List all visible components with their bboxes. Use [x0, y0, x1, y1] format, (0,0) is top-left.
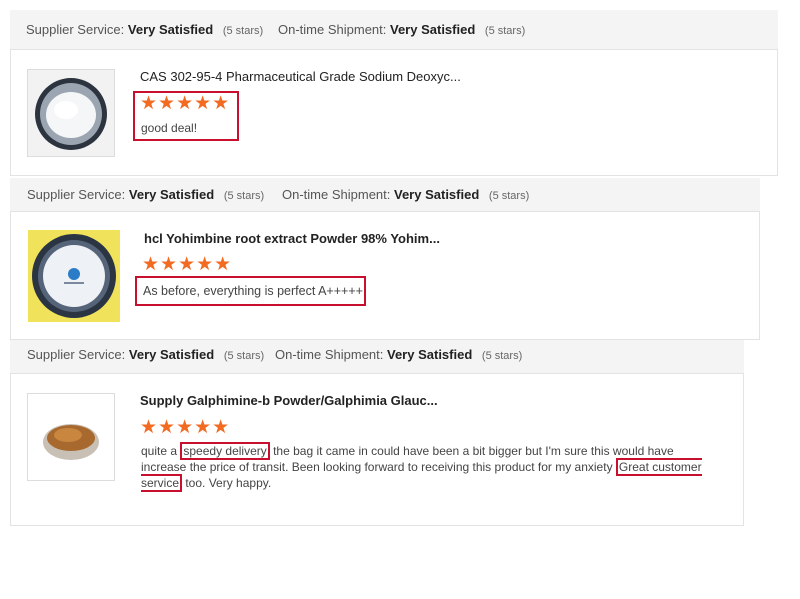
product-image[interactable] [27, 393, 115, 481]
supplier-service-stars: (5 stars) [223, 350, 265, 362]
rating-summary-bar: Supplier Service: Very Satisfied (5 star… [10, 340, 744, 374]
shipment-label: On-time Shipment: [282, 187, 391, 202]
supplier-service-label: Supplier Service: [27, 187, 126, 202]
shipment-value: Very Satisfied [394, 187, 480, 202]
review-comment: As before, everything is perfect A+++++ [143, 284, 363, 298]
white-powder-image [28, 70, 114, 156]
star-rating: ★★★★★ [142, 254, 233, 275]
shipment-stars: (5 stars) [488, 190, 530, 202]
shipment-value: Very Satisfied [387, 347, 473, 362]
brown-powder-image [28, 394, 114, 480]
shipment-label: On-time Shipment: [278, 22, 387, 37]
supplier-service-value: Very Satisfied [128, 187, 215, 202]
rating-summary-bar: Supplier Service: Very Satisfied (5 star… [10, 178, 760, 212]
supplier-service-stars: (5 stars) [223, 190, 265, 202]
product-image[interactable] [28, 230, 120, 322]
star-rating: ★★★★★ [140, 93, 231, 114]
product-image[interactable] [27, 69, 115, 157]
product-title[interactable]: Supply Galphimine-b Powder/Galphimia Gla… [140, 393, 438, 408]
product-title[interactable]: CAS 302-95-4 Pharmaceutical Grade Sodium… [140, 69, 461, 84]
supplier-service-stars: (5 stars) [222, 25, 264, 37]
supplier-service-label: Supplier Service: [27, 347, 126, 362]
comment-text: too. Very happy. [182, 476, 272, 490]
rating-summary-bar: Supplier Service: Very Satisfied (5 star… [10, 10, 778, 50]
powder-dish-image [28, 230, 120, 322]
review-comment: good deal! [141, 121, 198, 135]
highlight-speedy-delivery: speedy delivery [180, 442, 270, 460]
shipment-stars: (5 stars) [484, 25, 526, 37]
comment-text: quite a [141, 444, 181, 458]
supplier-service-value: Very Satisfied [128, 347, 215, 362]
shipment-label: On-time Shipment: [275, 347, 384, 362]
product-title[interactable]: hcl Yohimbine root extract Powder 98% Yo… [144, 231, 440, 246]
shipment-value: Very Satisfied [390, 22, 476, 37]
star-rating: ★★★★★ [140, 417, 231, 438]
supplier-service-value: Very Satisfied [127, 22, 214, 37]
shipment-stars: (5 stars) [481, 350, 523, 362]
supplier-service-label: Supplier Service: [26, 22, 125, 37]
review-comment: quite a speedy delivery the bag it came … [141, 442, 713, 492]
